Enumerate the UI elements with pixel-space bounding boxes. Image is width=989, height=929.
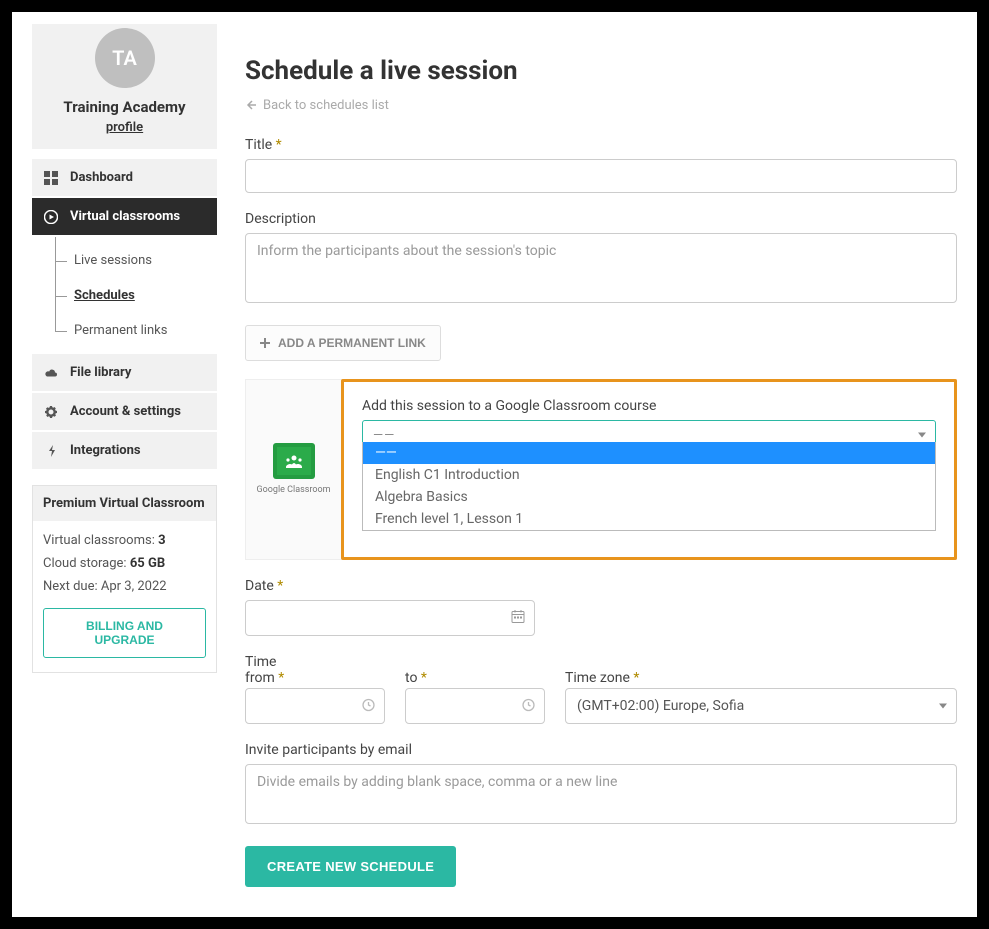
back-link-label: Back to schedules list	[263, 98, 389, 113]
invite-label: Invite participants by email	[245, 742, 957, 758]
create-schedule-button[interactable]: CREATE NEW SCHEDULE	[245, 846, 456, 887]
play-circle-icon	[44, 210, 58, 224]
back-to-schedules-link[interactable]: Back to schedules list	[245, 98, 389, 113]
subnav-schedules[interactable]: Schedules	[52, 278, 217, 313]
time-label: Time	[245, 654, 385, 670]
calendar-icon	[511, 608, 525, 627]
nav-account-settings[interactable]: Account & settings	[32, 393, 217, 432]
subnav-virtual-classrooms: Live sessions Schedules Permanent links	[32, 237, 217, 354]
title-input[interactable]	[245, 159, 957, 193]
premium-card: Premium Virtual Classroom Virtual classr…	[32, 485, 217, 673]
to-label: to *	[405, 670, 545, 686]
nav-account-label: Account & settings	[70, 404, 181, 419]
profile-link[interactable]: profile	[106, 120, 143, 135]
google-classroom-section: Google Classroom Add this session to a G…	[245, 379, 957, 560]
arrow-left-icon	[245, 99, 257, 111]
subnav-perm-label: Permanent links	[74, 323, 167, 338]
add-permanent-link-button[interactable]: ADD A PERMANENT LINK	[245, 325, 441, 361]
gc-course-dropdown: —— English C1 Introduction Algebra Basic…	[362, 442, 936, 531]
premium-next-due: Next due: Apr 3, 2022	[43, 579, 206, 594]
dashboard-icon	[44, 171, 58, 185]
gc-option-french[interactable]: French level 1, Lesson 1	[363, 508, 935, 530]
billing-upgrade-button[interactable]: BILLING AND UPGRADE	[43, 608, 206, 658]
google-classroom-caption: Google Classroom	[257, 485, 331, 495]
gc-option-english[interactable]: English C1 Introduction	[363, 464, 935, 486]
nav-vc-label: Virtual classrooms	[70, 209, 180, 224]
gc-option-algebra[interactable]: Algebra Basics	[363, 486, 935, 508]
nav-dashboard[interactable]: Dashboard	[32, 159, 217, 198]
invite-emails-input[interactable]	[245, 764, 957, 824]
nav-file-label: File library	[70, 365, 131, 380]
subnav-schedules-label: Schedules	[74, 288, 135, 303]
subnav-live-label: Live sessions	[74, 253, 152, 268]
nav-integrations-label: Integrations	[70, 443, 141, 458]
avatar: TA	[95, 28, 155, 88]
nav-file-library[interactable]: File library	[32, 354, 217, 393]
google-classroom-icon	[273, 443, 315, 479]
date-input[interactable]	[245, 600, 535, 636]
date-label: Date *	[245, 578, 957, 594]
title-label: Title *	[245, 137, 957, 153]
clock-icon	[522, 696, 535, 715]
clock-icon	[362, 696, 375, 715]
premium-storage: Cloud storage: 65 GB	[43, 556, 206, 571]
profile-card: TA Training Academy profile	[32, 24, 217, 149]
nav-virtual-classrooms[interactable]: Virtual classrooms	[32, 198, 217, 237]
add-permanent-link-label: ADD A PERMANENT LINK	[278, 336, 426, 350]
gear-icon	[44, 405, 58, 419]
description-label: Description	[245, 211, 957, 227]
timezone-label: Time zone *	[565, 670, 957, 686]
premium-classrooms: Virtual classrooms: 3	[43, 533, 206, 548]
premium-heading: Premium Virtual Classroom	[33, 486, 216, 521]
google-classroom-badge: Google Classroom	[246, 380, 341, 559]
from-label: from *	[245, 670, 385, 686]
description-input[interactable]	[245, 233, 957, 303]
org-name: Training Academy	[40, 98, 209, 116]
gc-option-blank[interactable]: ——	[363, 442, 935, 464]
cloud-icon	[44, 366, 58, 380]
nav-dashboard-label: Dashboard	[70, 170, 133, 185]
subnav-permanent-links[interactable]: Permanent links	[52, 313, 217, 348]
plus-icon	[260, 338, 270, 348]
nav-integrations[interactable]: Integrations	[32, 432, 217, 471]
gc-course-label: Add this session to a Google Classroom c…	[362, 398, 936, 414]
timezone-select[interactable]: (GMT+02:00) Europe, Sofia	[565, 688, 957, 724]
sidebar-nav: Dashboard Virtual classrooms Live sessio…	[32, 159, 217, 471]
plug-icon	[44, 444, 58, 458]
page-title: Schedule a live session	[245, 56, 957, 86]
subnav-live-sessions[interactable]: Live sessions	[52, 243, 217, 278]
